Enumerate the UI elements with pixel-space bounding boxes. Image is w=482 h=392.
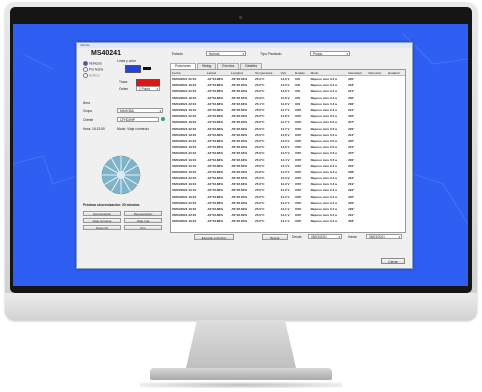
table-row[interactable]: 05/03/2021 19:10 -34°53.88% -56°26.63% 25.0… bbox=[171, 218, 405, 224]
chevron-down-icon: ▾ bbox=[338, 235, 340, 239]
radio-dot-icon bbox=[83, 67, 88, 72]
table-cell: Reposo mov 0.4 a bbox=[310, 219, 337, 224]
aproximacion-button[interactable]: Aproximación bbox=[83, 211, 121, 216]
table-cell: Reposo mov 0.4 a bbox=[310, 77, 337, 82]
monitor-stand bbox=[186, 320, 296, 368]
vehicle-panel: MS40241 Vehículo Por fecha Activos Línea… bbox=[81, 50, 167, 264]
monitor-chin bbox=[5, 293, 477, 320]
table-cell: 05/03/2021 19:10 bbox=[172, 219, 197, 224]
table-cell: 25.2°C bbox=[255, 77, 265, 82]
radio-dot-icon bbox=[83, 73, 88, 78]
positions-table: Fecha Latitud Longitud Temperatura Volt.… bbox=[170, 69, 406, 233]
next-update-text: Próxima sincronización: 20 minutos bbox=[83, 203, 140, 207]
table-cell bbox=[367, 218, 387, 224]
table-cell: 25.0°C bbox=[255, 219, 265, 224]
table-cell: -56°26.63% bbox=[230, 219, 248, 224]
table-cell: -34°53.88% bbox=[206, 77, 223, 82]
order-select[interactable]: 1 Punto ▾ bbox=[136, 86, 160, 91]
chevron-down-icon: ▾ bbox=[156, 87, 158, 91]
table-row[interactable]: 05/03/2021 22:10 -34°53.88% -56°26.63% 25.2… bbox=[171, 76, 405, 83]
status-select[interactable]: Normal ▾ bbox=[206, 51, 246, 56]
table-cell: 14.6 V bbox=[280, 77, 290, 82]
table-cell: -34°53.88% bbox=[206, 219, 223, 224]
viaje-ruta-button[interactable]: Viaje ruta bbox=[124, 218, 162, 223]
table-cell bbox=[367, 76, 387, 83]
from-label: Desde bbox=[292, 235, 302, 239]
table-cell: 220° bbox=[348, 77, 355, 82]
stand-shadow bbox=[140, 382, 342, 388]
plate-field[interactable]: CFHD0HP bbox=[117, 117, 159, 122]
chevron-down-icon: ▾ bbox=[159, 109, 161, 113]
table-cell: OFF bbox=[295, 219, 302, 224]
radio-activos[interactable]: Activos bbox=[83, 73, 100, 78]
table-cell: ON bbox=[295, 77, 300, 82]
radio-dot-icon bbox=[83, 61, 88, 66]
table-cell: 05/03/2021 22:10 bbox=[172, 77, 197, 82]
mode-label: Modo: Viaje corriendo bbox=[117, 127, 150, 131]
order-label: Orden bbox=[119, 87, 129, 91]
trace-label: Traza bbox=[119, 80, 128, 84]
status-label: Estado bbox=[172, 52, 183, 56]
chevron-down-icon: ▾ bbox=[242, 52, 244, 56]
area-label: Área bbox=[83, 101, 90, 105]
compass-wheel-icon bbox=[101, 155, 141, 195]
status-ok-icon bbox=[161, 117, 165, 121]
viaje-corriente-button[interactable]: Viaje corriente bbox=[83, 218, 121, 223]
group-select[interactable]: MAHOBA ▾ bbox=[117, 108, 163, 113]
type-label: Tipo Plantado bbox=[260, 52, 282, 56]
type-select[interactable]: Propio ▾ bbox=[310, 51, 350, 56]
line-color-swatch[interactable] bbox=[125, 65, 141, 73]
export-button[interactable]: Exportar a Archivo bbox=[194, 234, 234, 240]
hour-label: Hora: 18:13:50 bbox=[83, 127, 105, 131]
table-footer: Exportar a Archivo Buscar Desde 05/03/20… bbox=[170, 234, 404, 240]
table-cell: -56°26.63% bbox=[230, 77, 248, 82]
table-cell bbox=[387, 218, 405, 224]
pos-button[interactable]: Pos bbox=[124, 225, 162, 230]
table-cell bbox=[387, 76, 405, 83]
monitor-stand-base bbox=[150, 368, 332, 380]
radio-vehiculo[interactable]: Vehículo bbox=[83, 61, 102, 66]
from-date-field[interactable]: 05/03/2021 ▾ bbox=[308, 234, 342, 239]
radio-por-fecha[interactable]: Por fecha bbox=[83, 67, 103, 72]
recuperacion-button[interactable]: Recuperación bbox=[124, 211, 162, 216]
positions-panel: Estado Normal ▾ Tipo Plantado Propio ▾ Pos… bbox=[170, 50, 408, 264]
vehicle-id: MS40241 bbox=[91, 50, 121, 57]
line-color-label: Línea y color bbox=[117, 59, 136, 63]
chevron-down-icon: ▾ bbox=[398, 235, 400, 239]
chevron-down-icon: ▾ bbox=[346, 52, 348, 56]
search-button[interactable]: Buscar bbox=[262, 234, 288, 240]
window-titlebar: Vehicle bbox=[77, 43, 412, 48]
group-label: Grupo bbox=[83, 109, 93, 113]
line-style-swatch[interactable] bbox=[143, 67, 151, 70]
to-date-field[interactable]: 05/03/2021 ▾ bbox=[366, 234, 402, 239]
close-button[interactable]: Cerrar bbox=[381, 258, 405, 264]
to-label: Hasta bbox=[348, 235, 357, 239]
desktop-screen: Vehicle MS40241 Vehículo Por fecha Activ… bbox=[13, 24, 468, 286]
ruta-os-button[interactable]: Ruta OS bbox=[83, 225, 121, 230]
tab-bar: Posiciones Histog Eventos Detalles bbox=[170, 63, 263, 69]
webcam-dot bbox=[239, 16, 242, 19]
client-label: Cliente bbox=[83, 118, 94, 122]
table-cell: 14.1 V bbox=[280, 219, 290, 224]
table-cell: 233° bbox=[348, 219, 355, 224]
vehicle-window: Vehicle MS40241 Vehículo Por fecha Activ… bbox=[76, 42, 413, 269]
